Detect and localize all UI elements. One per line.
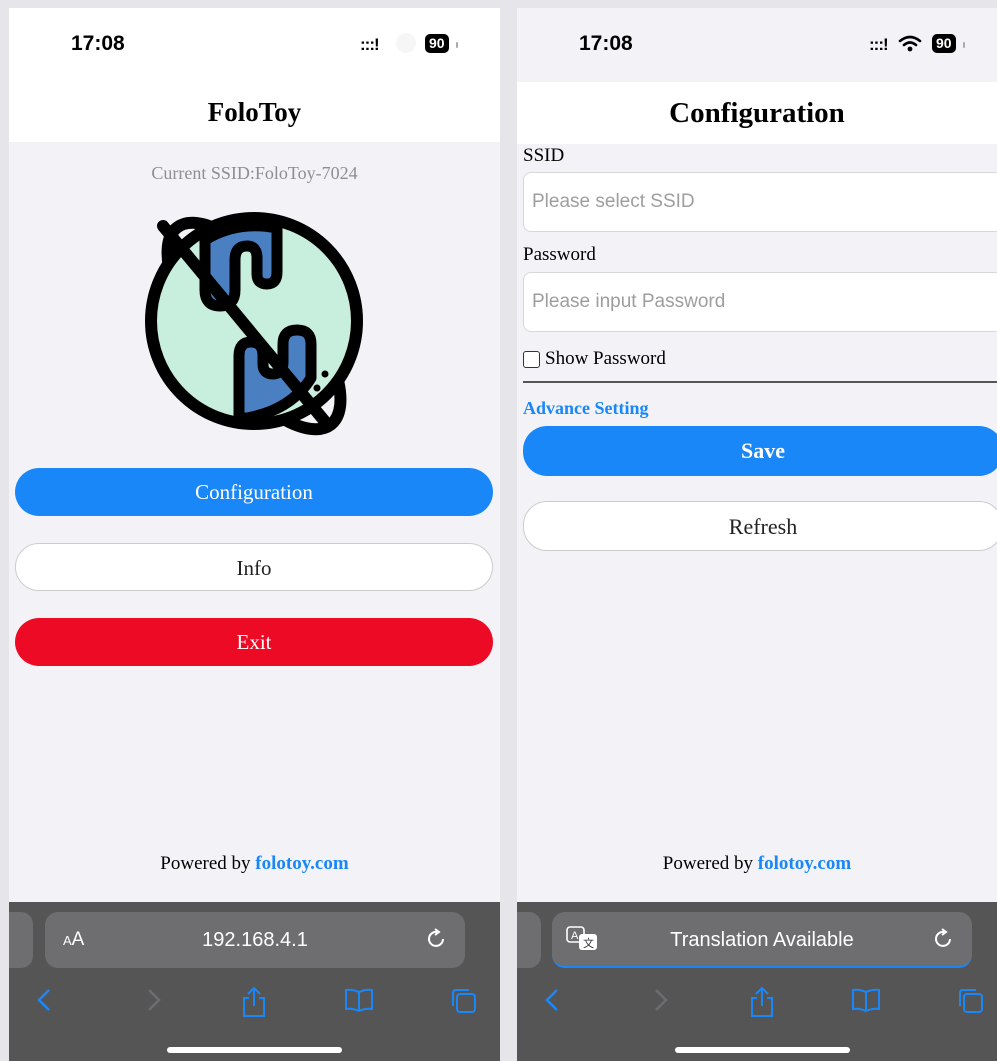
back-icon[interactable]	[541, 986, 565, 1014]
back-icon[interactable]	[33, 986, 57, 1014]
signal-icon: :::!	[869, 35, 889, 54]
bookmarks-icon[interactable]	[850, 986, 882, 1014]
address-bar[interactable]: A文 Translation Available	[552, 912, 972, 968]
battery-cap	[456, 42, 458, 48]
ssid-label: SSID	[523, 145, 565, 166]
show-password-checkbox[interactable]	[523, 350, 540, 368]
advance-setting-link[interactable]: Advance Setting	[523, 398, 649, 419]
wifi-icon	[396, 33, 416, 53]
previous-tab-stub[interactable]	[517, 912, 541, 968]
show-password-label: Show Password	[545, 348, 666, 369]
page-title: FoloToy	[9, 82, 500, 142]
translation-available-text: Translation Available	[670, 929, 854, 951]
globe-logo-icon	[145, 212, 363, 436]
tabs-icon[interactable]	[449, 986, 479, 1016]
home-indicator	[167, 1047, 342, 1053]
left-phone-screen: 17:08 :::! 90 FoloToy Current SSID:FoloT…	[9, 8, 500, 1061]
reload-icon[interactable]	[423, 926, 449, 952]
exit-button[interactable]: Exit	[15, 618, 493, 666]
info-button[interactable]: Info	[15, 543, 493, 591]
show-password-row[interactable]: Show Password	[523, 348, 666, 370]
url-text: 192.168.4.1	[202, 929, 308, 951]
form-divider	[523, 381, 997, 383]
tabs-icon[interactable]	[956, 986, 986, 1016]
password-label: Password	[523, 244, 596, 265]
ssid-select[interactable]	[523, 172, 997, 232]
powered-by-footer: Powered by folotoy.com	[517, 853, 997, 875]
battery-cap	[963, 42, 965, 48]
folotoy-link[interactable]: folotoy.com	[255, 853, 348, 874]
bookmarks-icon[interactable]	[343, 986, 375, 1014]
safari-toolbar: A文 Translation Available	[517, 902, 997, 1061]
reload-icon[interactable]	[930, 926, 956, 952]
forward-icon[interactable]	[648, 986, 672, 1014]
battery-icon: 90	[932, 34, 956, 53]
home-indicator	[675, 1047, 850, 1053]
powered-by-text: Powered by	[662, 853, 754, 874]
status-time: 17:08	[579, 32, 633, 55]
folotoy-link[interactable]: folotoy.com	[758, 853, 851, 874]
powered-by-footer: Powered by folotoy.com	[9, 853, 500, 875]
share-icon[interactable]	[748, 986, 776, 1018]
signal-icon: :::!	[360, 35, 380, 54]
status-bar: 17:08 :::! 90	[517, 8, 997, 82]
battery-icon: 90	[425, 34, 449, 53]
status-bar: 17:08 :::! 90	[9, 8, 500, 82]
save-button[interactable]: Save	[523, 426, 997, 476]
share-icon[interactable]	[240, 986, 268, 1018]
address-bar[interactable]: AA 192.168.4.1	[45, 912, 465, 968]
password-field[interactable]	[523, 272, 997, 332]
configuration-button[interactable]: Configuration	[15, 468, 493, 516]
safari-toolbar: AA 192.168.4.1	[9, 902, 500, 1061]
forward-icon[interactable]	[141, 986, 165, 1014]
wifi-icon	[898, 35, 922, 52]
powered-by-text: Powered by	[160, 853, 251, 874]
current-ssid-label: Current SSID:FoloToy-7024	[151, 163, 358, 183]
refresh-button[interactable]: Refresh	[523, 501, 997, 551]
page-title: Configuration	[517, 82, 997, 144]
right-phone-screen: 17:08 :::! 90 Configuration SSID Passwor…	[517, 8, 997, 1061]
previous-tab-stub[interactable]	[9, 912, 33, 968]
status-time: 17:08	[71, 32, 125, 55]
